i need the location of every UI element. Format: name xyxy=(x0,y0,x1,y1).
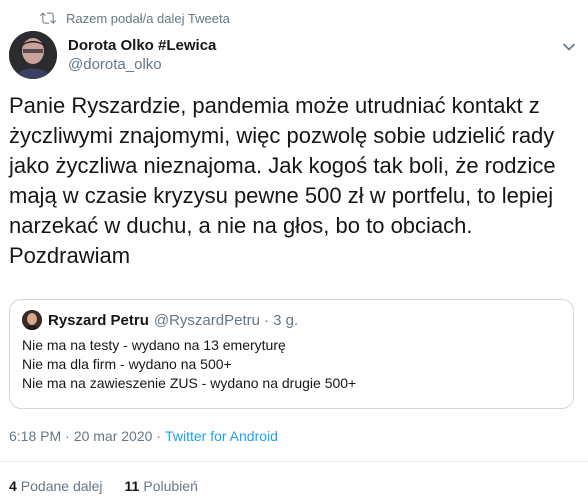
tweet-stats: 4 Podane dalej 11 Polubień xyxy=(9,478,198,494)
quoted-display-name: Ryszard Petru xyxy=(48,311,149,329)
retweets-stat[interactable]: 4 Podane dalej xyxy=(9,478,103,494)
meta-separator: · xyxy=(156,428,162,444)
retweets-count: 4 xyxy=(9,478,17,494)
chevron-down-icon[interactable] xyxy=(562,40,576,54)
avatar[interactable] xyxy=(9,31,57,79)
author-block: Dorota Olko #Lewica @dorota_olko xyxy=(68,36,216,75)
quoted-line: Nie ma na zawieszenie ZUS - wydano na dr… xyxy=(22,375,357,391)
quoted-line: Nie ma dla firm - wydano na 500+ xyxy=(22,356,232,372)
tweet-date[interactable]: 20 mar 2020 xyxy=(74,428,153,444)
quoted-handle: @RyszardPetru xyxy=(153,311,260,329)
quoted-timestamp: · 3 g. xyxy=(263,311,299,329)
likes-label: Polubień xyxy=(143,478,198,494)
quoted-text: Nie ma na testy - wydano na 13 emeryturę… xyxy=(22,336,356,393)
quoted-avatar xyxy=(22,310,42,330)
tweet-meta: 6:18 PM · 20 mar 2020 · Twitter for Andr… xyxy=(9,428,278,444)
quoted-tweet-header: Ryszard Petru @RyszardPetru · 3 g. xyxy=(22,310,298,330)
tweet-source-link[interactable]: Twitter for Android xyxy=(165,428,278,444)
tweet-text: Panie Ryszardzie, pandemia może utrudnia… xyxy=(9,93,556,268)
likes-stat[interactable]: 11 Polubień xyxy=(125,478,198,494)
meta-separator: · xyxy=(65,428,70,444)
author-handle[interactable]: @dorota_olko xyxy=(68,55,216,75)
quoted-line: Nie ma na testy - wydano na 13 emeryturę xyxy=(22,337,286,353)
quoted-tweet[interactable]: Ryszard Petru @RyszardPetru · 3 g. Nie m… xyxy=(9,299,574,409)
retweets-label: Podane dalej xyxy=(20,478,103,494)
tweet-time[interactable]: 6:18 PM xyxy=(9,428,61,444)
author-display-name[interactable]: Dorota Olko #Lewica xyxy=(68,36,216,55)
retweet-icon xyxy=(40,10,56,26)
divider xyxy=(0,461,588,462)
retweet-context[interactable]: Razem podał/a dalej Tweeta xyxy=(40,9,230,27)
likes-count: 11 xyxy=(124,478,140,494)
retweet-label: Razem podał/a dalej Tweeta xyxy=(66,10,230,26)
